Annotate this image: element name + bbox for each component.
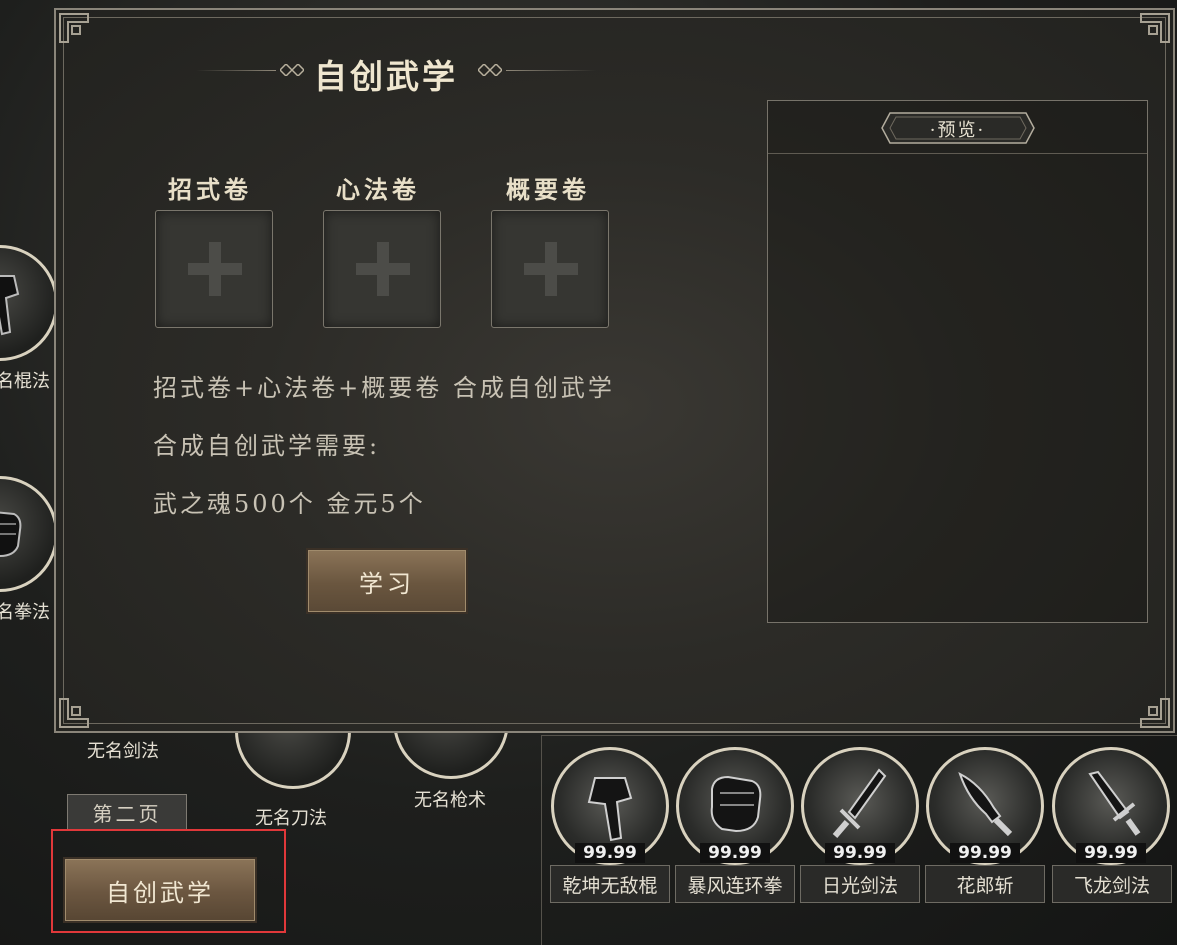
skill-name-qiankun[interactable]: 乾坤无敌棍 (550, 865, 670, 903)
corner-ornament-icon (1140, 13, 1170, 43)
bg-skill-sword-label: 无名剑法 (87, 741, 159, 762)
skill-name-feilong[interactable]: 飞龙剑法 (1052, 865, 1172, 903)
bg-skill-fist[interactable] (0, 476, 58, 592)
bg-skill-staff[interactable] (0, 245, 58, 361)
bg-skill-spear-label: 无名枪术 (414, 790, 486, 811)
learn-button[interactable]: 学习 (306, 548, 468, 614)
skill-name-riguang[interactable]: 日光剑法 (800, 865, 920, 903)
slot-summary-scroll[interactable] (491, 210, 609, 328)
slot-label-summary: 概要卷 (506, 175, 590, 204)
dagger-icon (1088, 770, 1141, 836)
corner-ornament-icon (59, 13, 89, 43)
sword-icon (832, 768, 887, 838)
dialog-title: 自创武学 (314, 57, 458, 96)
fist-icon (0, 511, 22, 558)
skill-count: 99.99 (700, 843, 770, 863)
blade-icon (958, 771, 1013, 836)
title-line-left (196, 70, 276, 71)
diamond-ornament-icon (490, 64, 502, 76)
slot-label-moves: 招式卷 (168, 175, 252, 204)
axe-icon (587, 776, 633, 841)
skill-count: 99.99 (575, 843, 645, 863)
panel-divider (541, 735, 1177, 736)
formula-text: 招式卷+心法卷+概要卷 合成自创武学 (153, 374, 615, 402)
page-two-button[interactable]: 第二页 (67, 794, 187, 830)
skill-name-baofeng[interactable]: 暴风连环拳 (675, 865, 795, 903)
bg-skill-blade-label: 无名刀法 (255, 808, 327, 829)
diamond-ornament-icon (478, 64, 490, 76)
preview-header: ·预览· (768, 101, 1147, 154)
skill-count: 99.99 (825, 843, 895, 863)
corner-ornament-icon (59, 698, 89, 728)
skill-count: 99.99 (1076, 843, 1146, 863)
fist-icon (710, 775, 762, 832)
diamond-ornament-icon (280, 64, 292, 76)
self-create-martial-button[interactable]: 自创武学 (63, 857, 257, 923)
slot-moves-scroll[interactable] (155, 210, 273, 328)
diamond-ornament-icon (292, 64, 304, 76)
bg-skill-fist-label: 名拳法 (0, 602, 50, 623)
skill-name-hualang[interactable]: 花郎斩 (925, 865, 1045, 903)
requirement-cost: 武之魂500个 金元5个 (153, 490, 426, 518)
requirement-title: 合成自创武学需要: (153, 432, 381, 460)
title-line-right (506, 70, 596, 71)
skill-count: 99.99 (950, 843, 1020, 863)
slot-label-mind: 心法卷 (336, 175, 420, 204)
preview-panel: ·预览· (767, 100, 1148, 623)
bg-skill-staff-label: 名棍法 (0, 371, 50, 392)
corner-ornament-icon (1140, 698, 1170, 728)
self-create-martial-dialog: 自创武学 招式卷 心法卷 概要卷 招式卷+心法卷+概要卷 合成自创武学 合成自创… (54, 8, 1175, 733)
preview-title: ·预览· (929, 120, 986, 141)
panel-divider (541, 735, 542, 945)
dialog-title-bar: 自创武学 (196, 48, 596, 96)
axe-icon (0, 275, 20, 336)
slot-mind-scroll[interactable] (323, 210, 441, 328)
